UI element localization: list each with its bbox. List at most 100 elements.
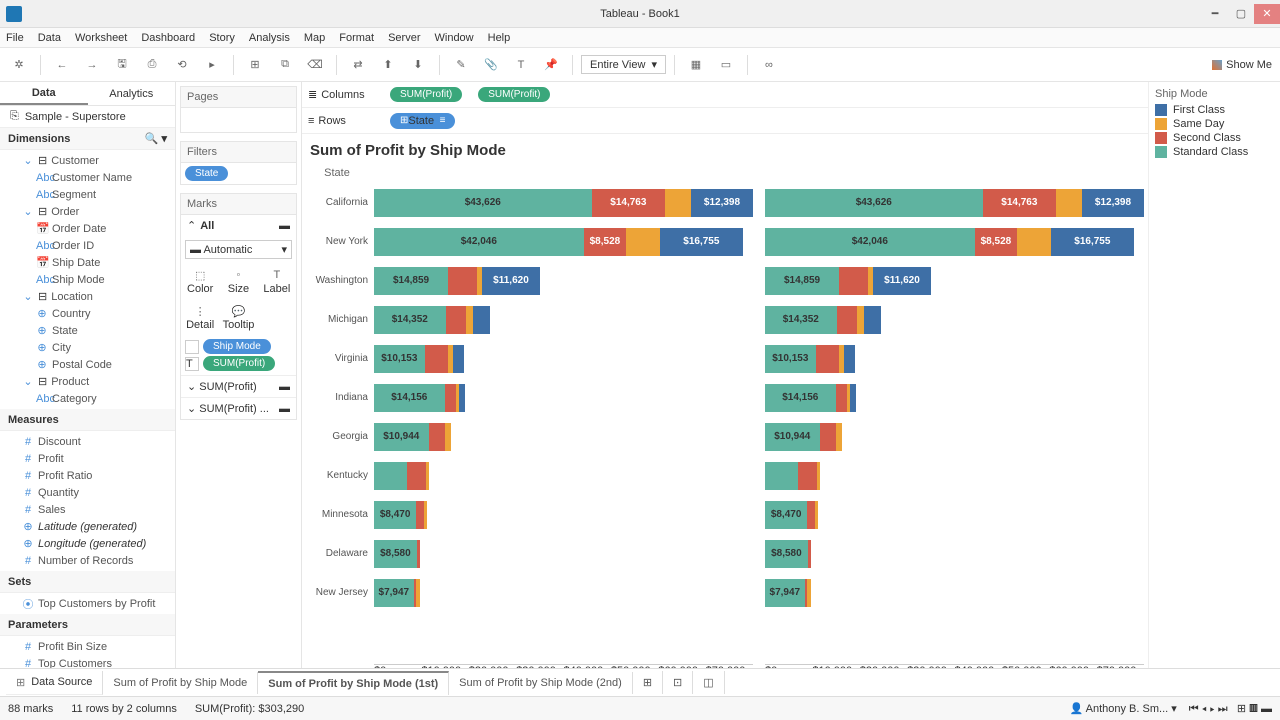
pin-button[interactable]: 📌 bbox=[538, 52, 564, 78]
bar-segment[interactable] bbox=[817, 462, 820, 490]
bar-segment[interactable] bbox=[473, 306, 490, 334]
redo-button[interactable]: → bbox=[79, 52, 105, 78]
minimize-button[interactable]: ━ bbox=[1202, 4, 1228, 24]
row-label[interactable]: California bbox=[306, 183, 368, 222]
menu-format[interactable]: Format bbox=[339, 32, 374, 44]
menu-dashboard[interactable]: Dashboard bbox=[141, 32, 195, 44]
bar-segment[interactable] bbox=[798, 462, 816, 490]
bar-segment[interactable]: $7,947 bbox=[765, 579, 805, 607]
mark-pill-shipmode[interactable]: Ship Mode bbox=[203, 339, 271, 354]
bar-segment[interactable] bbox=[416, 501, 423, 529]
legend-item[interactable]: Same Day bbox=[1155, 118, 1274, 130]
highlight-button[interactable]: ✎ bbox=[448, 52, 474, 78]
bar-row[interactable]: $43,626$14,763$12,398 bbox=[765, 183, 1144, 222]
bar-segment[interactable]: $14,859 bbox=[374, 267, 448, 295]
bar-segment[interactable] bbox=[836, 423, 842, 451]
bar-row[interactable]: $7,947 bbox=[765, 573, 1144, 612]
filters-shelf[interactable]: Filters bbox=[181, 142, 296, 163]
viz-title[interactable]: Sum of Profit by Ship Mode bbox=[302, 134, 1148, 167]
dim-customer-name[interactable]: AbcCustomer Name bbox=[0, 169, 175, 186]
new-worksheet-button[interactable]: ⊞ bbox=[242, 52, 268, 78]
bar-segment[interactable] bbox=[416, 579, 420, 607]
tab-data[interactable]: Data bbox=[0, 82, 88, 105]
bar-segment[interactable]: $11,620 bbox=[873, 267, 931, 295]
marks-pane-2[interactable]: ⌄ SUM(Profit) ...▬ bbox=[181, 397, 296, 419]
col-pill-2[interactable]: SUM(Profit) bbox=[478, 87, 550, 102]
row-label[interactable]: Minnesota bbox=[306, 495, 368, 534]
bar-segment[interactable] bbox=[665, 189, 691, 217]
bar-segment[interactable] bbox=[850, 384, 856, 412]
bar-segment[interactable]: $14,156 bbox=[765, 384, 836, 412]
bar-segment[interactable]: $11,620 bbox=[482, 267, 540, 295]
bar-segment[interactable] bbox=[417, 540, 420, 568]
mark-color-button[interactable]: ⬚Color bbox=[181, 263, 219, 299]
bar-row[interactable]: $8,580 bbox=[374, 534, 753, 573]
sort-desc-button[interactable]: ⬇ bbox=[405, 52, 431, 78]
row-label[interactable]: New York bbox=[306, 222, 368, 261]
tab-data-source[interactable]: ⊞ Data Source bbox=[6, 671, 103, 695]
row-label[interactable]: Michigan bbox=[306, 300, 368, 339]
bar-row[interactable] bbox=[765, 456, 1144, 495]
bar-segment[interactable] bbox=[1017, 228, 1050, 256]
tab-analytics[interactable]: Analytics bbox=[88, 82, 176, 105]
dim-order-date[interactable]: 📅Order Date bbox=[0, 220, 175, 237]
bar-row[interactable]: $7,947 bbox=[374, 573, 753, 612]
meas-longitude-generated-[interactable]: ⊕Longitude (generated) bbox=[0, 535, 175, 552]
auto-update-button[interactable]: ⟲ bbox=[169, 52, 195, 78]
bar-segment[interactable]: $43,626 bbox=[374, 189, 592, 217]
clear-button[interactable]: ⌫ bbox=[302, 52, 328, 78]
bar-segment[interactable] bbox=[426, 462, 429, 490]
bar-segment[interactable] bbox=[765, 462, 798, 490]
bar-segment[interactable]: $16,755 bbox=[660, 228, 744, 256]
color-legend[interactable]: Ship Mode First ClassSame DaySecond Clas… bbox=[1148, 82, 1280, 696]
dim-city[interactable]: ⊕City bbox=[0, 339, 175, 356]
swap-button[interactable]: ⇄ bbox=[345, 52, 371, 78]
bar-segment[interactable]: $8,470 bbox=[765, 501, 807, 529]
bar-segment[interactable] bbox=[864, 306, 881, 334]
marks-pane-1[interactable]: ⌄ SUM(Profit)▬ bbox=[181, 375, 296, 397]
menu-help[interactable]: Help bbox=[488, 32, 511, 44]
row-label[interactable]: Indiana bbox=[306, 378, 368, 417]
bar-segment[interactable]: $7,947 bbox=[374, 579, 414, 607]
rows-shelf[interactable]: ≡Rows ⊞ State ≡ bbox=[302, 108, 1148, 134]
bar-segment[interactable] bbox=[839, 267, 868, 295]
new-datasource-button[interactable]: ⎙ bbox=[139, 52, 165, 78]
bar-segment[interactable]: $14,352 bbox=[374, 306, 446, 334]
dim-product[interactable]: ⌄⊟ Product bbox=[0, 373, 175, 390]
legend-item[interactable]: Standard Class bbox=[1155, 146, 1274, 158]
meas-quantity[interactable]: #Quantity bbox=[0, 484, 175, 501]
menu-analysis[interactable]: Analysis bbox=[249, 32, 290, 44]
fit-selector[interactable]: Entire View▾ bbox=[581, 55, 666, 74]
bar-row[interactable]: $14,859 $11,620 bbox=[374, 261, 753, 300]
bar-segment[interactable] bbox=[626, 228, 659, 256]
menu-window[interactable]: Window bbox=[435, 32, 474, 44]
bar-row[interactable]: $14,156 bbox=[765, 378, 1144, 417]
bar-segment[interactable] bbox=[446, 306, 466, 334]
bar-segment[interactable] bbox=[453, 345, 464, 373]
group-button[interactable]: 📎 bbox=[478, 52, 504, 78]
save-button[interactable]: 🖫 bbox=[109, 52, 135, 78]
bar-segment[interactable]: $14,352 bbox=[765, 306, 837, 334]
bar-segment[interactable] bbox=[820, 423, 836, 451]
bar-segment[interactable] bbox=[844, 345, 855, 373]
mark-pill-profit[interactable]: SUM(Profit) bbox=[203, 356, 275, 371]
bar-segment[interactable] bbox=[837, 306, 857, 334]
set-item[interactable]: ⦿Top Customers by Profit bbox=[0, 595, 175, 612]
bar-segment[interactable] bbox=[425, 345, 448, 373]
bar-segment[interactable]: $10,944 bbox=[374, 423, 429, 451]
bar-segment[interactable] bbox=[807, 501, 814, 529]
bar-segment[interactable] bbox=[816, 345, 839, 373]
run-button[interactable]: ▸ bbox=[199, 52, 225, 78]
meas-latitude-generated-[interactable]: ⊕Latitude (generated) bbox=[0, 518, 175, 535]
new-story-tab[interactable]: ◫ bbox=[693, 671, 724, 694]
pages-shelf[interactable]: Pages bbox=[181, 87, 296, 108]
bar-segment[interactable] bbox=[445, 423, 451, 451]
dim-state[interactable]: ⊕State bbox=[0, 322, 175, 339]
bar-row[interactable]: $42,046$8,528$16,755 bbox=[374, 222, 753, 261]
dim-postal-code[interactable]: ⊕Postal Code bbox=[0, 356, 175, 373]
row-label[interactable]: Delaware bbox=[306, 534, 368, 573]
menu-server[interactable]: Server bbox=[388, 32, 420, 44]
bar-segment[interactable]: $14,859 bbox=[765, 267, 839, 295]
bar-segment[interactable] bbox=[815, 501, 818, 529]
meas-profit-ratio[interactable]: #Profit Ratio bbox=[0, 467, 175, 484]
